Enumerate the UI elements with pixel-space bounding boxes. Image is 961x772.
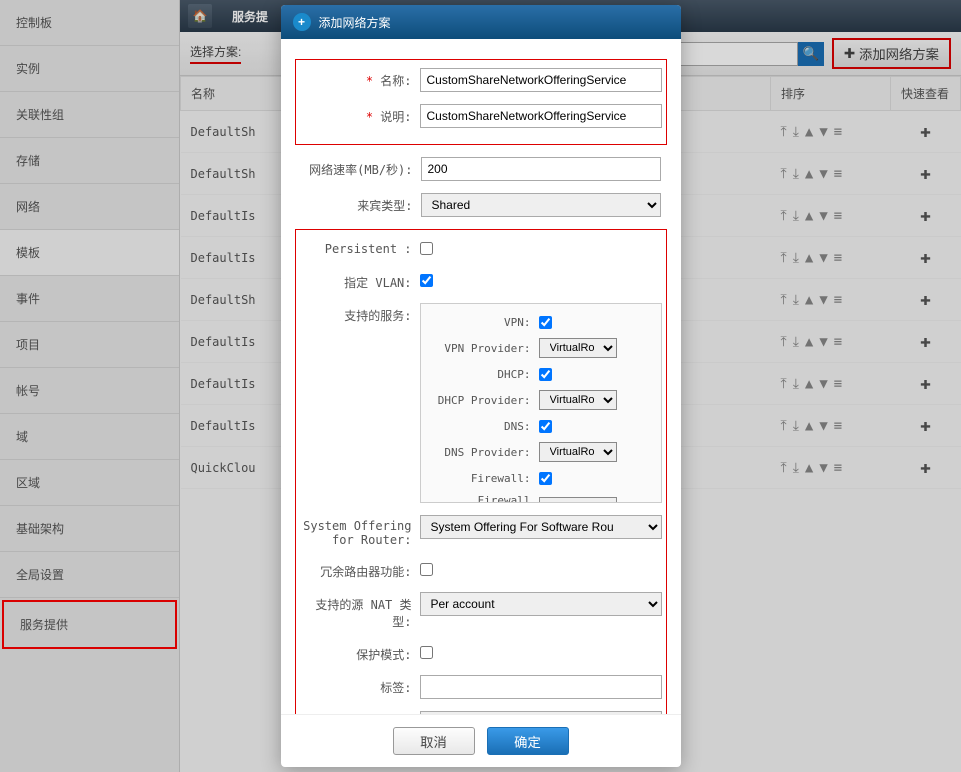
modal-overlay: + 添加网络方案 * 名称: * 说明: 网络速率(MB/秒): 来宾类型: <box>0 0 961 772</box>
conserve-mode-checkbox[interactable] <box>420 646 433 659</box>
service-row: VPN: <box>429 312 653 332</box>
service-label: DHCP Provider: <box>429 394 539 407</box>
service-label: DHCP: <box>429 368 539 381</box>
guest-type-select[interactable]: Shared <box>421 193 661 217</box>
dialog-title: 添加网络方案 <box>319 14 391 31</box>
service-label: VPN: <box>429 316 539 329</box>
service-row: DHCP: <box>429 364 653 384</box>
persistent-checkbox[interactable] <box>420 242 433 255</box>
source-nat-select[interactable]: Per account <box>420 592 662 616</box>
service-label: Firewall Provider: <box>429 494 539 503</box>
description-input[interactable] <box>420 104 662 128</box>
service-checkbox[interactable] <box>539 316 552 329</box>
service-checkbox[interactable] <box>539 368 552 381</box>
redundant-router-checkbox[interactable] <box>420 563 433 576</box>
service-row: DNS Provider:VirtualRo <box>429 442 653 462</box>
system-offering-select[interactable]: System Offering For Software Rou <box>420 515 662 539</box>
dialog-header: + 添加网络方案 <box>281 5 681 39</box>
specify-vlan-checkbox[interactable] <box>420 274 433 287</box>
ok-button[interactable]: 确定 <box>487 727 569 755</box>
name-input[interactable] <box>420 68 662 92</box>
service-provider-select[interactable]: VirtualRo <box>539 338 617 358</box>
services-panel: VPN:VPN Provider:VirtualRoDHCP:DHCP Prov… <box>420 303 662 503</box>
service-label: Firewall: <box>429 472 539 485</box>
service-row: Firewall: <box>429 468 653 488</box>
service-row: VPN Provider:VirtualRo <box>429 338 653 358</box>
service-provider-select[interactable]: VirtualRo <box>539 390 617 410</box>
service-row: DNS: <box>429 416 653 436</box>
plus-circle-icon: + <box>293 13 311 31</box>
service-checkbox[interactable] <box>539 420 552 433</box>
add-offering-dialog: + 添加网络方案 * 名称: * 说明: 网络速率(MB/秒): 来宾类型: <box>281 5 681 767</box>
network-rate-input[interactable] <box>421 157 661 181</box>
service-provider-select[interactable]: VirtualRo <box>539 497 617 503</box>
service-provider-select[interactable]: VirtualRo <box>539 442 617 462</box>
tags-input[interactable] <box>420 675 662 699</box>
cancel-button[interactable]: 取消 <box>393 727 475 755</box>
service-label: VPN Provider: <box>429 342 539 355</box>
service-label: DNS Provider: <box>429 446 539 459</box>
service-row: DHCP Provider:VirtualRo <box>429 390 653 410</box>
service-row: Firewall Provider:VirtualRo <box>429 494 653 503</box>
service-label: DNS: <box>429 420 539 433</box>
service-checkbox[interactable] <box>539 472 552 485</box>
